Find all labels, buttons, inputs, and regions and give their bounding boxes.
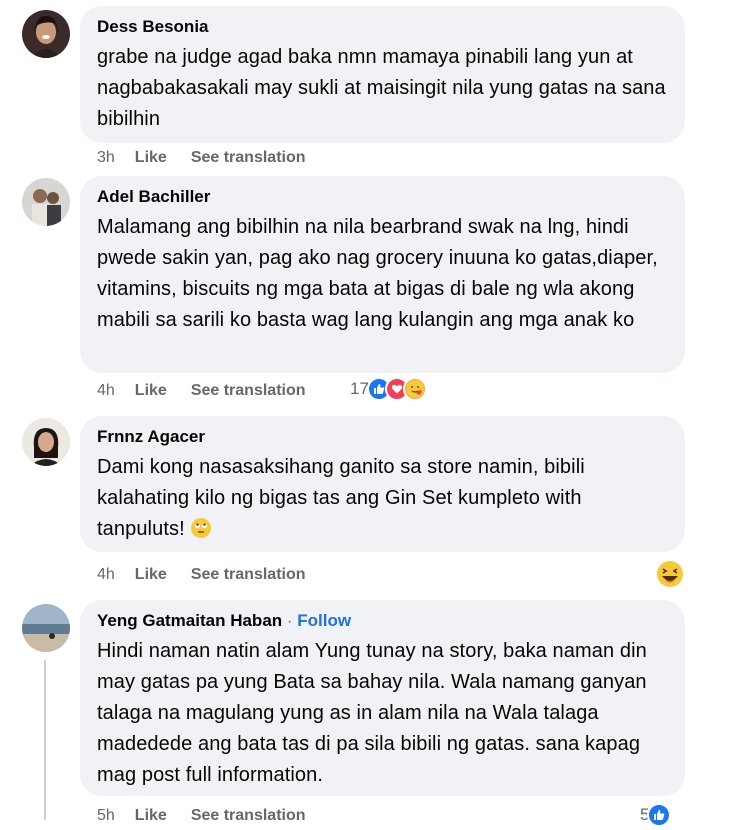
see-translation-link[interactable]: See translation xyxy=(191,382,306,400)
like-button[interactable]: Like xyxy=(135,566,167,584)
like-button[interactable]: Like xyxy=(135,807,167,825)
comment-text-body: Dami kong nasasaksihang ganito sa store … xyxy=(97,456,585,540)
like-button[interactable]: Like xyxy=(135,149,167,167)
care-reaction-icon xyxy=(402,377,427,401)
author-name[interactable]: Yeng Gatmaitan Haban xyxy=(97,611,282,630)
comment-actions: 4h Like See translation xyxy=(97,380,306,402)
timestamp[interactable]: 5h xyxy=(97,807,115,825)
comment-bubble: Frnnz Agacer Dami kong nasasaksihang gan… xyxy=(80,416,685,552)
reactions-summary[interactable]: 17 xyxy=(350,377,427,401)
avatar[interactable] xyxy=(22,604,70,652)
reactions-summary[interactable] xyxy=(656,560,684,588)
haha-reaction-icon xyxy=(657,561,683,587)
follow-button[interactable]: Follow xyxy=(297,611,351,630)
comment-bubble: Adel Bachiller Malamang ang bibilhin na … xyxy=(80,176,685,373)
timestamp[interactable]: 4h xyxy=(97,566,115,584)
rolling-eyes-emoji-icon xyxy=(191,518,212,538)
avatar[interactable] xyxy=(22,178,70,226)
comment-text: Dami kong nasasaksihang ganito sa store … xyxy=(97,452,667,545)
avatar[interactable] xyxy=(22,418,70,466)
thread-line xyxy=(44,660,46,820)
comment-text: Malamang ang bibilhin na nila bearbrand … xyxy=(97,216,658,331)
author-name[interactable]: Adel Bachiller xyxy=(97,186,667,208)
see-translation-link[interactable]: See translation xyxy=(191,807,306,825)
author-name[interactable]: Dess Besonia xyxy=(97,16,667,38)
timestamp[interactable]: 4h xyxy=(97,382,115,400)
like-reaction-icon xyxy=(647,803,672,827)
see-translation-link[interactable]: See translation xyxy=(191,566,306,584)
comment-text: grabe na judge agad baka nmn mamaya pina… xyxy=(97,46,666,130)
comment-actions: 5h Like See translation xyxy=(97,805,306,827)
reactions-summary[interactable]: 5 xyxy=(640,803,672,827)
comment-actions: 4h Like See translation xyxy=(97,564,306,586)
comment-actions: 3h Like See translation xyxy=(97,147,306,169)
follow-separator: · xyxy=(282,611,298,630)
author-header: Yeng Gatmaitan Haban · Follow xyxy=(97,610,667,632)
timestamp[interactable]: 3h xyxy=(97,149,115,167)
comment-text: Hindi naman natin alam Yung tunay na sto… xyxy=(97,640,647,786)
like-button[interactable]: Like xyxy=(135,382,167,400)
comment-bubble: Yeng Gatmaitan Haban · Follow Hindi nama… xyxy=(80,600,685,796)
comment-bubble: Dess Besonia grabe na judge agad baka nm… xyxy=(80,6,685,143)
avatar[interactable] xyxy=(22,10,70,58)
author-name[interactable]: Frnnz Agacer xyxy=(97,426,667,448)
see-translation-link[interactable]: See translation xyxy=(191,149,306,167)
